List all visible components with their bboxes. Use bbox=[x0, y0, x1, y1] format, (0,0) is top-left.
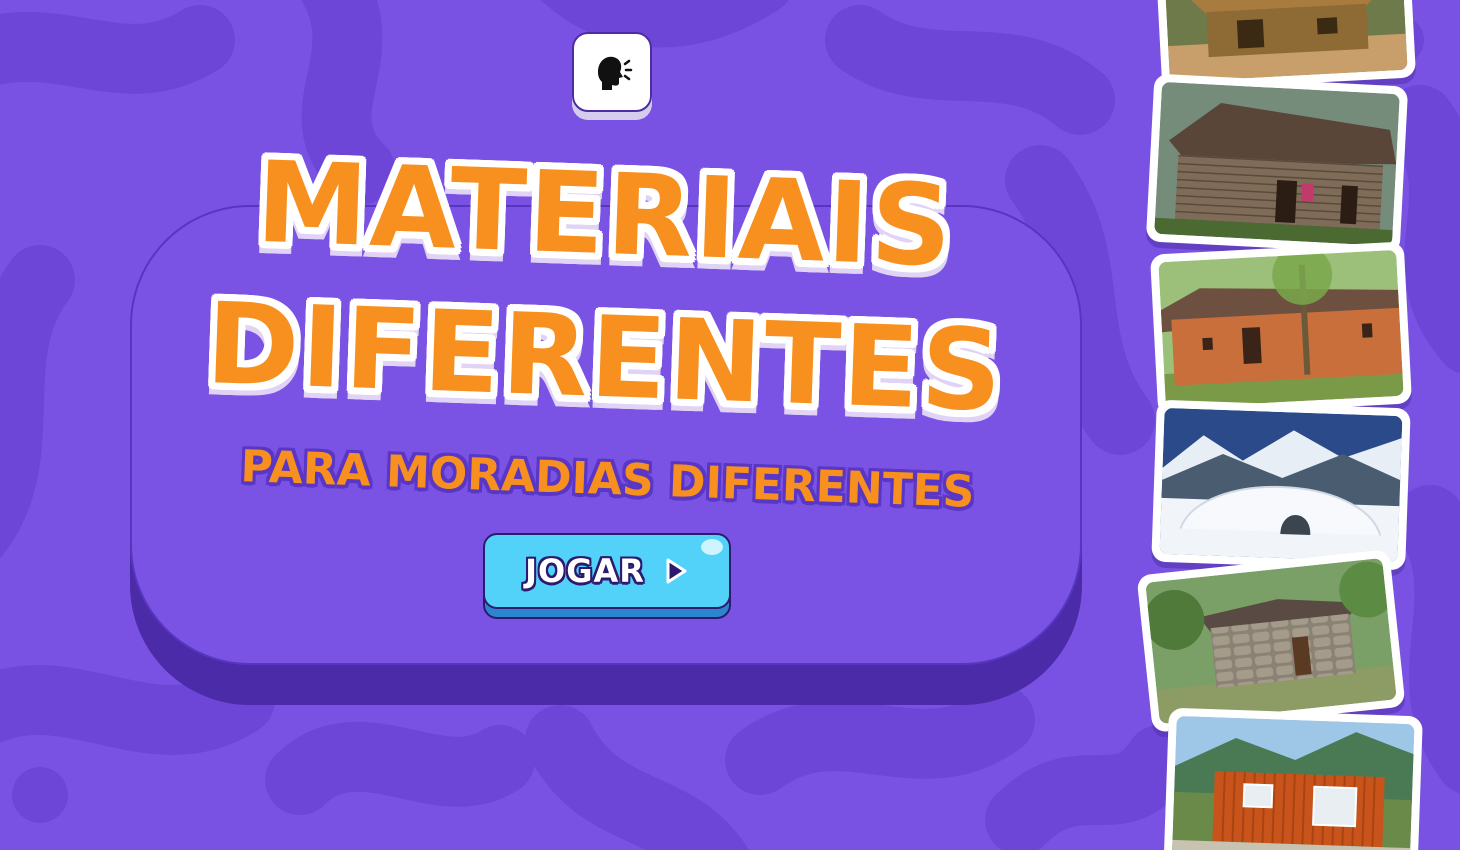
speech-button[interactable] bbox=[572, 32, 652, 120]
photo-container-house bbox=[1163, 707, 1423, 850]
play-button-label: JOGAR bbox=[525, 552, 645, 590]
speaking-head-icon bbox=[598, 56, 633, 90]
container-house-image bbox=[1171, 715, 1415, 850]
speech-button-face[interactable] bbox=[572, 32, 652, 112]
play-button[interactable]: JOGAR bbox=[483, 533, 731, 621]
stone-house-image bbox=[1145, 557, 1397, 725]
photo-stone-house bbox=[1136, 549, 1406, 733]
play-button-shine bbox=[701, 539, 723, 555]
straw-hut-image bbox=[1162, 0, 1408, 83]
play-triangle-icon bbox=[666, 558, 687, 584]
play-button-face[interactable]: JOGAR bbox=[483, 533, 731, 609]
